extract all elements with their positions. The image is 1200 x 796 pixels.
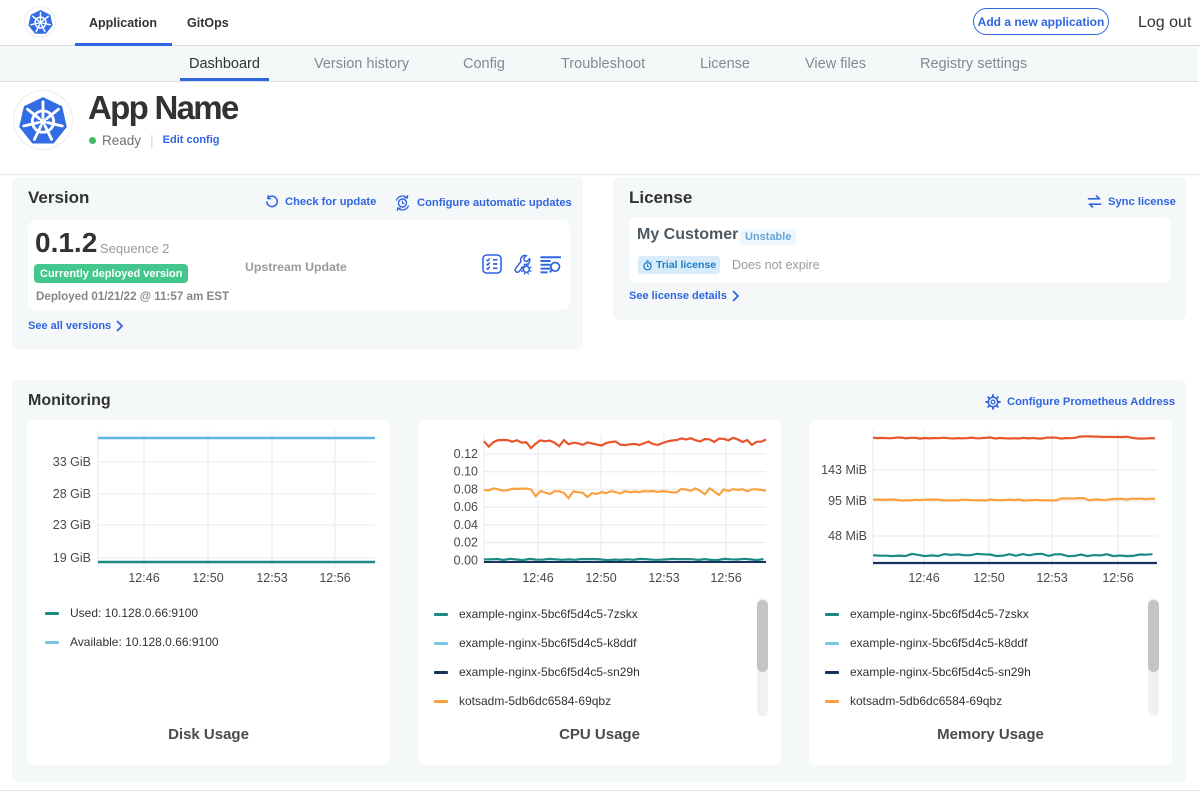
svg-text:0.02: 0.02 [454, 536, 478, 550]
svg-text:0.06: 0.06 [454, 500, 478, 514]
svg-text:48 MiB: 48 MiB [828, 529, 867, 543]
svg-text:0.12: 0.12 [454, 447, 478, 461]
svg-text:12:56: 12:56 [710, 571, 741, 585]
svg-text:0.10: 0.10 [454, 465, 478, 479]
svg-text:12:46: 12:46 [128, 571, 159, 585]
svg-text:12:53: 12:53 [648, 571, 679, 585]
svg-text:0.04: 0.04 [454, 518, 478, 532]
svg-text:12:53: 12:53 [256, 571, 287, 585]
svg-text:12:50: 12:50 [973, 571, 1004, 585]
svg-text:23 GiB: 23 GiB [53, 518, 91, 532]
svg-text:12:46: 12:46 [908, 571, 939, 585]
svg-text:12:56: 12:56 [319, 571, 350, 585]
svg-text:143 MiB: 143 MiB [821, 463, 867, 477]
svg-text:95 MiB: 95 MiB [828, 494, 867, 508]
svg-text:33 GiB: 33 GiB [53, 455, 91, 469]
svg-text:12:46: 12:46 [522, 571, 553, 585]
svg-text:0.00: 0.00 [454, 553, 478, 567]
svg-text:12:50: 12:50 [192, 571, 223, 585]
svg-text:19 GiB: 19 GiB [53, 551, 91, 565]
svg-text:12:50: 12:50 [585, 571, 616, 585]
svg-text:12:56: 12:56 [1102, 571, 1133, 585]
svg-text:0.08: 0.08 [454, 482, 478, 496]
svg-text:28 GiB: 28 GiB [53, 487, 91, 501]
svg-text:12:53: 12:53 [1036, 571, 1067, 585]
